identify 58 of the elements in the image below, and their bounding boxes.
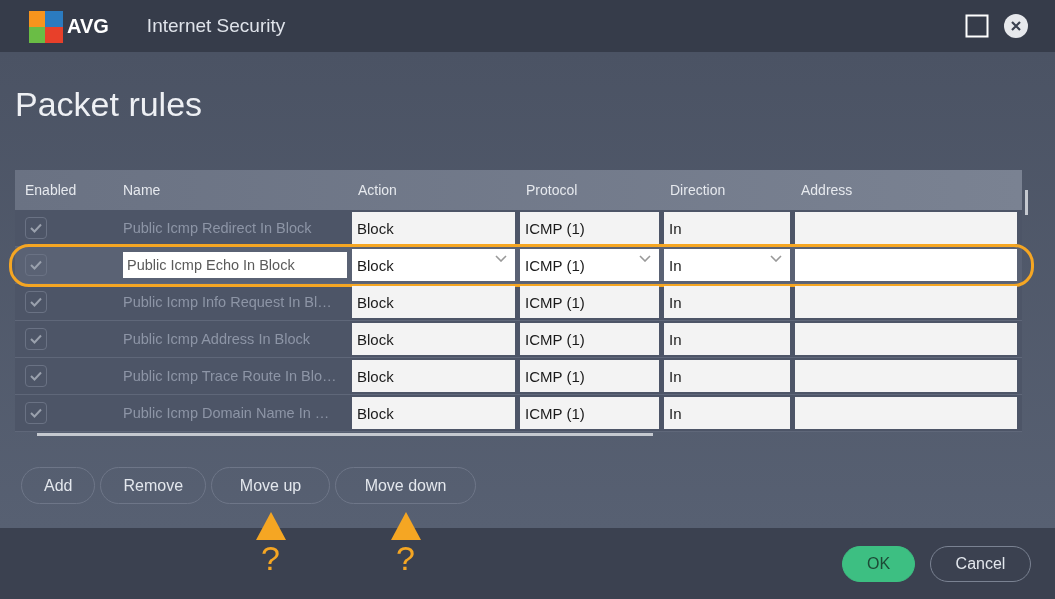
direction-cell: In	[664, 360, 790, 392]
protocol-cell: ICMP (1)	[520, 323, 659, 355]
caret-icon	[770, 255, 782, 262]
direction-cell: In	[664, 286, 790, 318]
checkbox[interactable]	[25, 254, 47, 276]
pointer-icon	[390, 512, 421, 540]
checkmark-icon	[29, 222, 43, 234]
page-title: Packet rules	[15, 84, 204, 124]
checkmark-icon	[29, 333, 43, 345]
action-cell: Block	[352, 397, 515, 429]
direction-dropdown[interactable]: In	[664, 249, 790, 281]
rule-name: Public Icmp Redirect In Block	[123, 220, 312, 236]
checkbox[interactable]	[25, 402, 47, 424]
question-mark: ?	[261, 540, 280, 576]
column-header: Direction	[669, 182, 727, 198]
column-header: Action	[357, 182, 398, 198]
action-cell: Block	[352, 286, 515, 318]
caret-icon	[495, 255, 507, 262]
column-header: Protocol	[525, 182, 579, 198]
action-dropdown[interactable]: Block	[352, 249, 515, 281]
question-mark: ?	[396, 540, 415, 576]
checkbox[interactable]	[25, 328, 47, 350]
column-header: Name	[122, 182, 162, 198]
close-icon[interactable]	[1004, 14, 1028, 38]
column-header: Address	[800, 182, 854, 198]
brand-name: AVG	[67, 14, 109, 38]
address-field[interactable]	[795, 249, 1017, 281]
protocol-cell: ICMP (1)	[520, 397, 659, 429]
checkbox[interactable]	[25, 217, 47, 239]
checkbox[interactable]	[25, 291, 47, 313]
direction-cell: In	[664, 397, 790, 429]
maximize-icon[interactable]	[965, 14, 989, 38]
action-cell: Block	[352, 360, 515, 392]
column-header: Enabled	[24, 182, 78, 198]
checkmark-icon	[29, 259, 43, 271]
rule-name: Public Icmp Domain Name In …	[123, 405, 330, 421]
action-cell: Block	[352, 323, 515, 355]
protocol-dropdown[interactable]: ICMP (1)	[520, 249, 659, 281]
scrollbar[interactable]	[37, 433, 653, 436]
window-title: Internet Security	[146, 15, 286, 37]
caret-icon	[639, 255, 651, 262]
scrollbar[interactable]	[1025, 190, 1028, 215]
protocol-cell: ICMP (1)	[520, 360, 659, 392]
protocol-cell: ICMP (1)	[520, 212, 659, 244]
rule-name: Public Icmp Info Request In Bl…	[123, 294, 332, 310]
direction-cell: In	[664, 323, 790, 355]
direction-cell: In	[664, 212, 790, 244]
protocol-cell: ICMP (1)	[520, 286, 659, 318]
checkbox[interactable]	[25, 365, 47, 387]
rule-name: Public Icmp Trace Route In Blo…	[123, 368, 337, 384]
checkmark-icon	[29, 296, 43, 308]
action-cell: Block	[352, 212, 515, 244]
pointer-icon	[255, 512, 286, 540]
rule-name: Public Icmp Address In Block	[123, 331, 310, 347]
checkmark-icon	[29, 370, 43, 382]
checkmark-icon	[29, 407, 43, 419]
name-field[interactable]: Public Icmp Echo In Block	[123, 252, 347, 278]
ok-button[interactable]: OK	[842, 545, 915, 582]
